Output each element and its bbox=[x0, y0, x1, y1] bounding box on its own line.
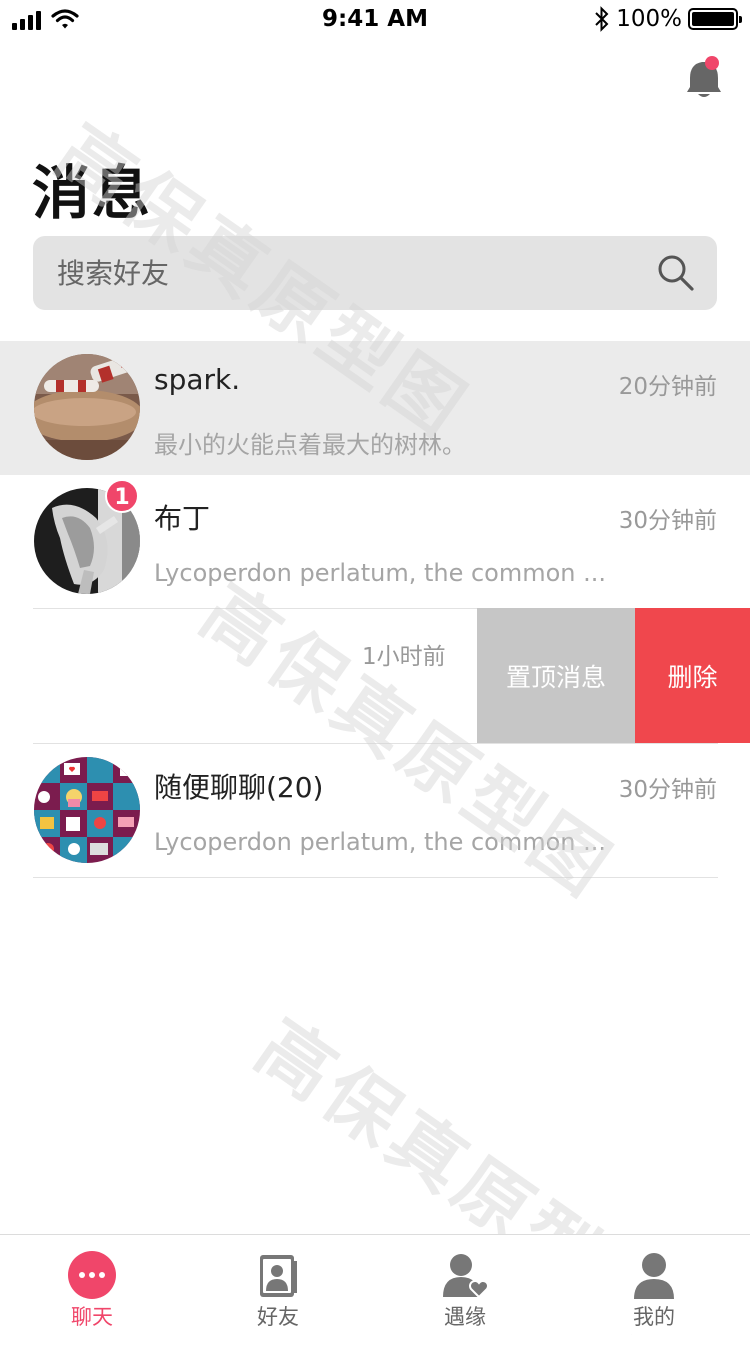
tab-match[interactable]: 遇缘 bbox=[405, 1235, 525, 1335]
tab-friends[interactable]: 好友 bbox=[218, 1235, 338, 1335]
battery-icon bbox=[688, 8, 742, 30]
tab-chat[interactable]: 聊天 bbox=[32, 1235, 152, 1335]
battery-percent: 100% bbox=[616, 6, 682, 32]
conversation-row[interactable]: spark. 20分钟前 最小的火能点着最大的树林。 bbox=[0, 341, 750, 475]
divider bbox=[33, 877, 718, 878]
conversation-preview: Lycoperdon perlatum, the common ... bbox=[154, 828, 607, 856]
conversation-time: 30分钟前 bbox=[618, 508, 717, 534]
conversation-name: 随便聊聊(20) bbox=[154, 771, 324, 804]
unread-badge: 1 bbox=[105, 479, 139, 513]
bluetooth-icon bbox=[595, 6, 609, 32]
search-bar[interactable] bbox=[33, 236, 717, 310]
tab-label: 聊天 bbox=[71, 1305, 113, 1329]
tab-bar: 聊天 好友 遇缘 我的 bbox=[0, 1234, 750, 1334]
search-input[interactable] bbox=[55, 236, 655, 310]
status-bar: 9:41 AM 100% bbox=[0, 0, 750, 40]
avatar bbox=[34, 354, 140, 460]
conversation-preview: 最小的火能点着最大的树林。 bbox=[154, 431, 466, 459]
conversation-preview: Lycoperdon perlatum, the common ... bbox=[154, 559, 607, 587]
notification-bell-icon[interactable] bbox=[684, 56, 724, 100]
pin-message-button[interactable]: 置顶消息 bbox=[477, 608, 635, 743]
tab-label: 好友 bbox=[257, 1305, 299, 1329]
match-icon bbox=[443, 1254, 489, 1299]
delete-button[interactable]: 删除 bbox=[635, 608, 750, 743]
tab-profile[interactable]: 我的 bbox=[594, 1235, 714, 1335]
chat-icon bbox=[68, 1251, 116, 1299]
avatar bbox=[34, 757, 140, 863]
search-icon[interactable] bbox=[657, 254, 695, 292]
conversation-name: spark. bbox=[154, 363, 241, 396]
contacts-icon bbox=[260, 1255, 297, 1297]
conversation-row[interactable]: 随便聊聊(20) 30分钟前 Lycoperdon perlatum, the … bbox=[0, 744, 750, 878]
page-title: 消息 bbox=[32, 159, 153, 227]
tab-label: 我的 bbox=[633, 1305, 675, 1329]
conversation-name: 布丁 bbox=[154, 502, 211, 535]
conversation-time: 1小时前 bbox=[362, 644, 446, 670]
conversation-time: 20分钟前 bbox=[618, 374, 717, 400]
tab-label: 遇缘 bbox=[444, 1305, 486, 1329]
conversation-time: 30分钟前 bbox=[618, 777, 717, 803]
profile-icon bbox=[634, 1253, 674, 1299]
